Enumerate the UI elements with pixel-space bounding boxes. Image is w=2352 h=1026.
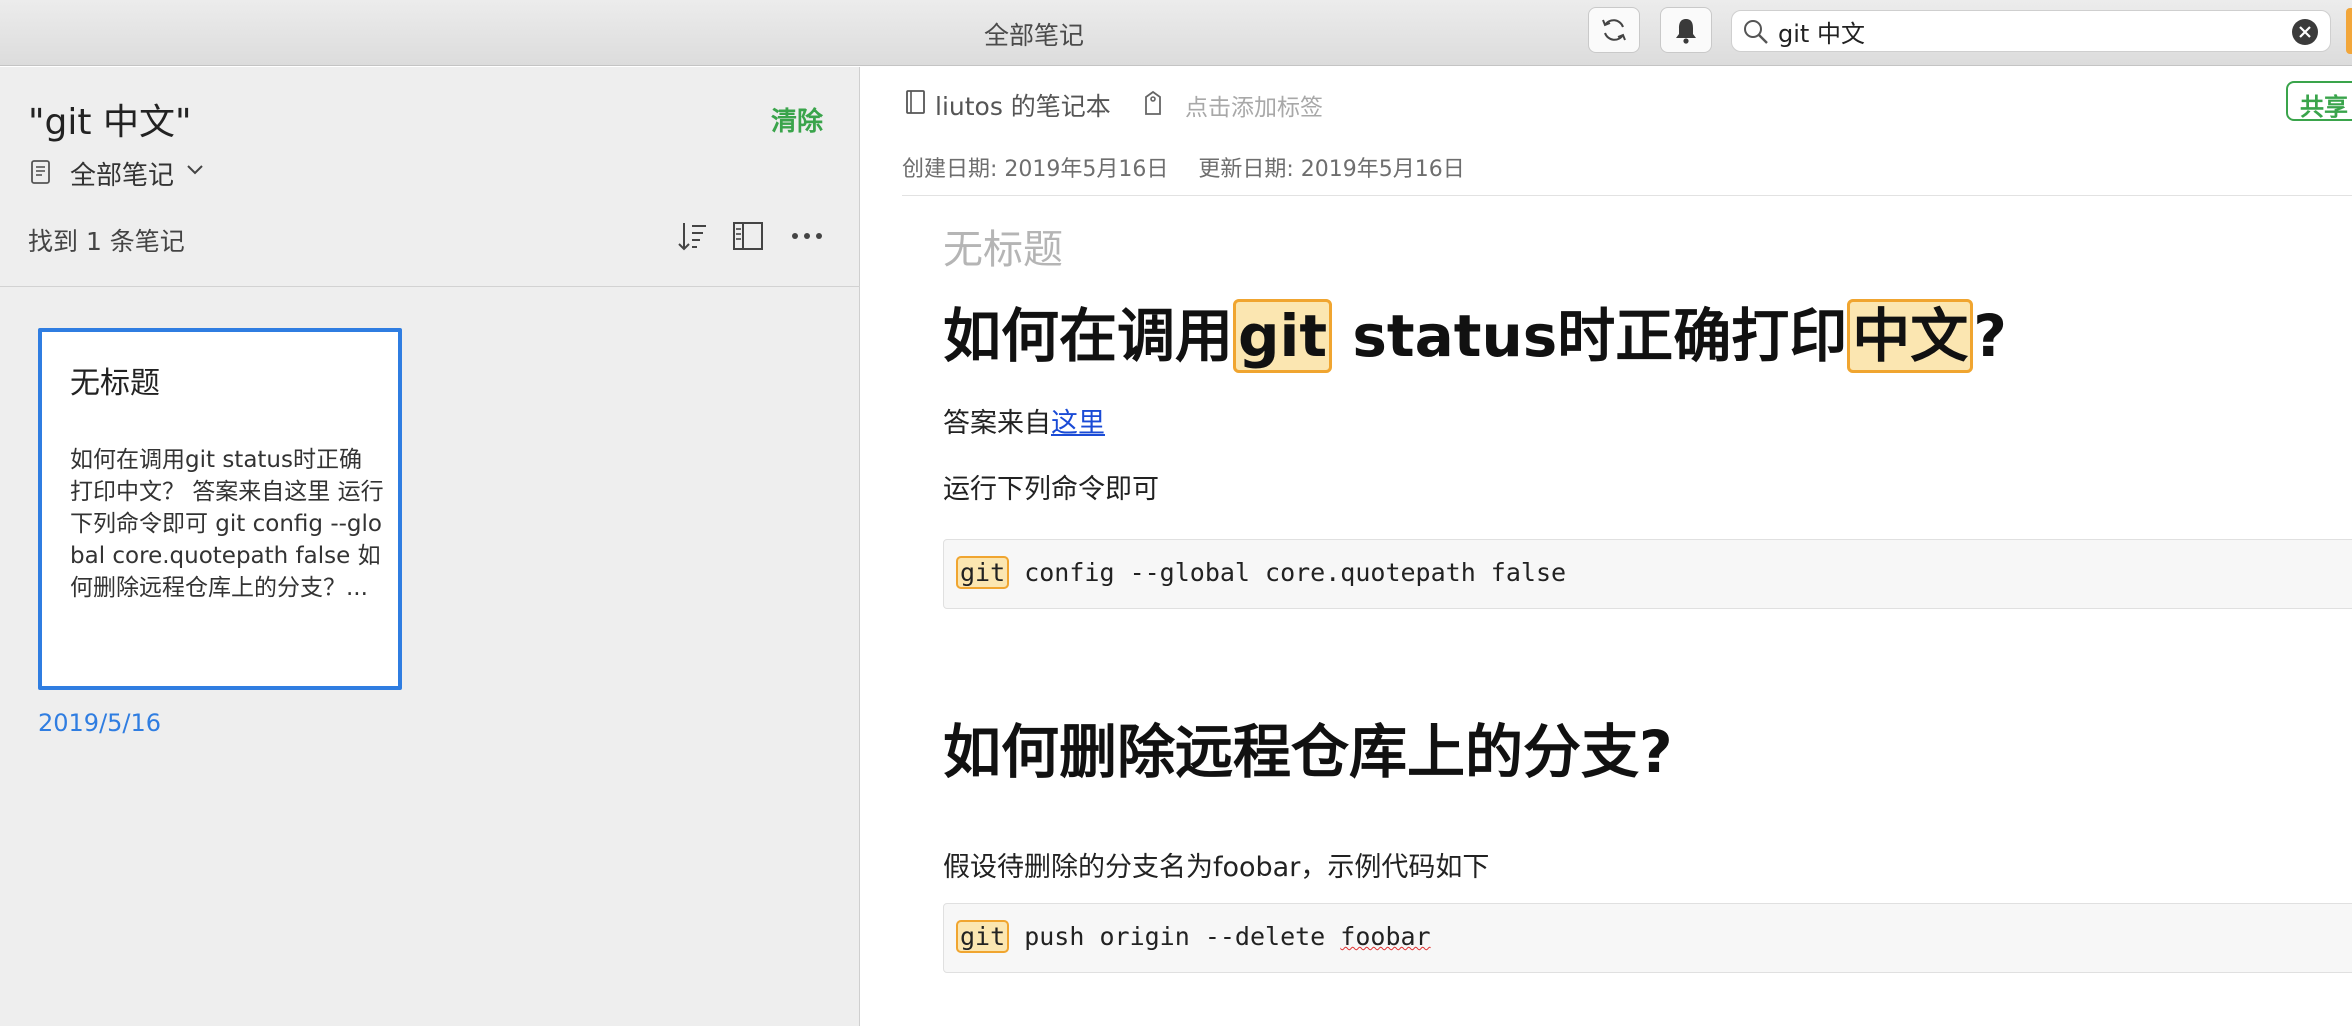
clear-search-button[interactable]: 清除 [771,101,823,138]
search-highlight: git [956,556,1010,589]
example-paragraph: 假设待删除的分支名为foobar，示例代码如下 [943,852,1490,883]
instruction-paragraph: 运行下列命令即可 [943,474,1159,505]
more-options-icon[interactable] [789,219,825,253]
tag-icon [1145,90,1161,115]
heading-git-chinese: 如何在调用git status时正确打印中文? [943,289,2007,373]
answer-source-paragraph: 答案来自这里 [943,408,1105,439]
note-dates: 创建日期: 2019年5月16日 更新日期: 2019年5月16日 [902,151,1465,183]
code-block: git config --global core.quotepath false [943,539,2352,609]
chevron-down-icon[interactable] [184,159,206,181]
note-card[interactable]: 无标题 如何在调用git status时正确打印中文？ 答案来自这里 运行下列命… [38,328,402,690]
note-editor: liutos 的笔记本 点击添加标签 共享 创建日期: 2019年5月16日 更新… [861,67,2352,1026]
spellcheck-word: foobar [1340,922,1431,951]
notebook-scope-dropdown[interactable]: 全部笔记 [70,155,174,192]
search-highlight: git [956,920,1010,953]
note-body[interactable]: 无标题 如何在调用git status时正确打印中文? 答案来自这里 运行下列命… [943,217,2352,973]
note-card-title: 无标题 [70,366,160,401]
share-button[interactable]: 共享 [2286,81,2352,121]
result-count: 找到 1 条笔记 [28,227,185,256]
search-highlight: git [1233,299,1333,373]
add-tag-field[interactable]: 点击添加标签 [1185,88,1323,122]
heading-delete-branch: 如何删除远程仓库上的分支? [943,718,1673,786]
note-card-date: 2019/5/16 [38,709,162,737]
note-list-panel: "git 中文" 清除 全部笔记 找到 1 条笔记 无标题 如何在调用git s… [0,67,860,1026]
sort-icon[interactable] [676,219,710,253]
sync-icon [1602,19,1626,41]
window-edge-accent [2346,8,2352,54]
search-highlight: 中文 [1847,299,1974,373]
title-bar: 全部笔记 [0,0,2352,66]
note-card-snippet: 如何在调用git status时正确打印中文？ 答案来自这里 运行下列命令即可 … [70,447,384,601]
clear-search-icon[interactable] [2292,19,2318,45]
list-divider [0,286,860,287]
notebook-selector[interactable]: liutos 的笔记本 [935,87,1111,123]
source-link[interactable]: 这里 [1051,408,1105,439]
note-title[interactable]: 无标题 [943,217,2352,277]
bell-icon [1676,19,1696,44]
created-date: 创建日期: 2019年5月16日 [902,157,1169,182]
notebook-icon [906,90,925,114]
search-input[interactable] [1778,15,2258,47]
notifications-button[interactable] [1660,7,1712,53]
notebook-icon [31,160,50,184]
header-divider [902,195,2352,196]
sync-button[interactable] [1588,7,1640,53]
search-box[interactable] [1731,10,2331,52]
search-query-heading: "git 中文" [28,102,192,143]
search-icon [1744,20,1768,44]
code-block: git push origin --delete foobar [943,903,2352,973]
updated-date: 更新日期: 2019年5月16日 [1198,157,1465,182]
view-options-icon[interactable] [731,219,765,253]
